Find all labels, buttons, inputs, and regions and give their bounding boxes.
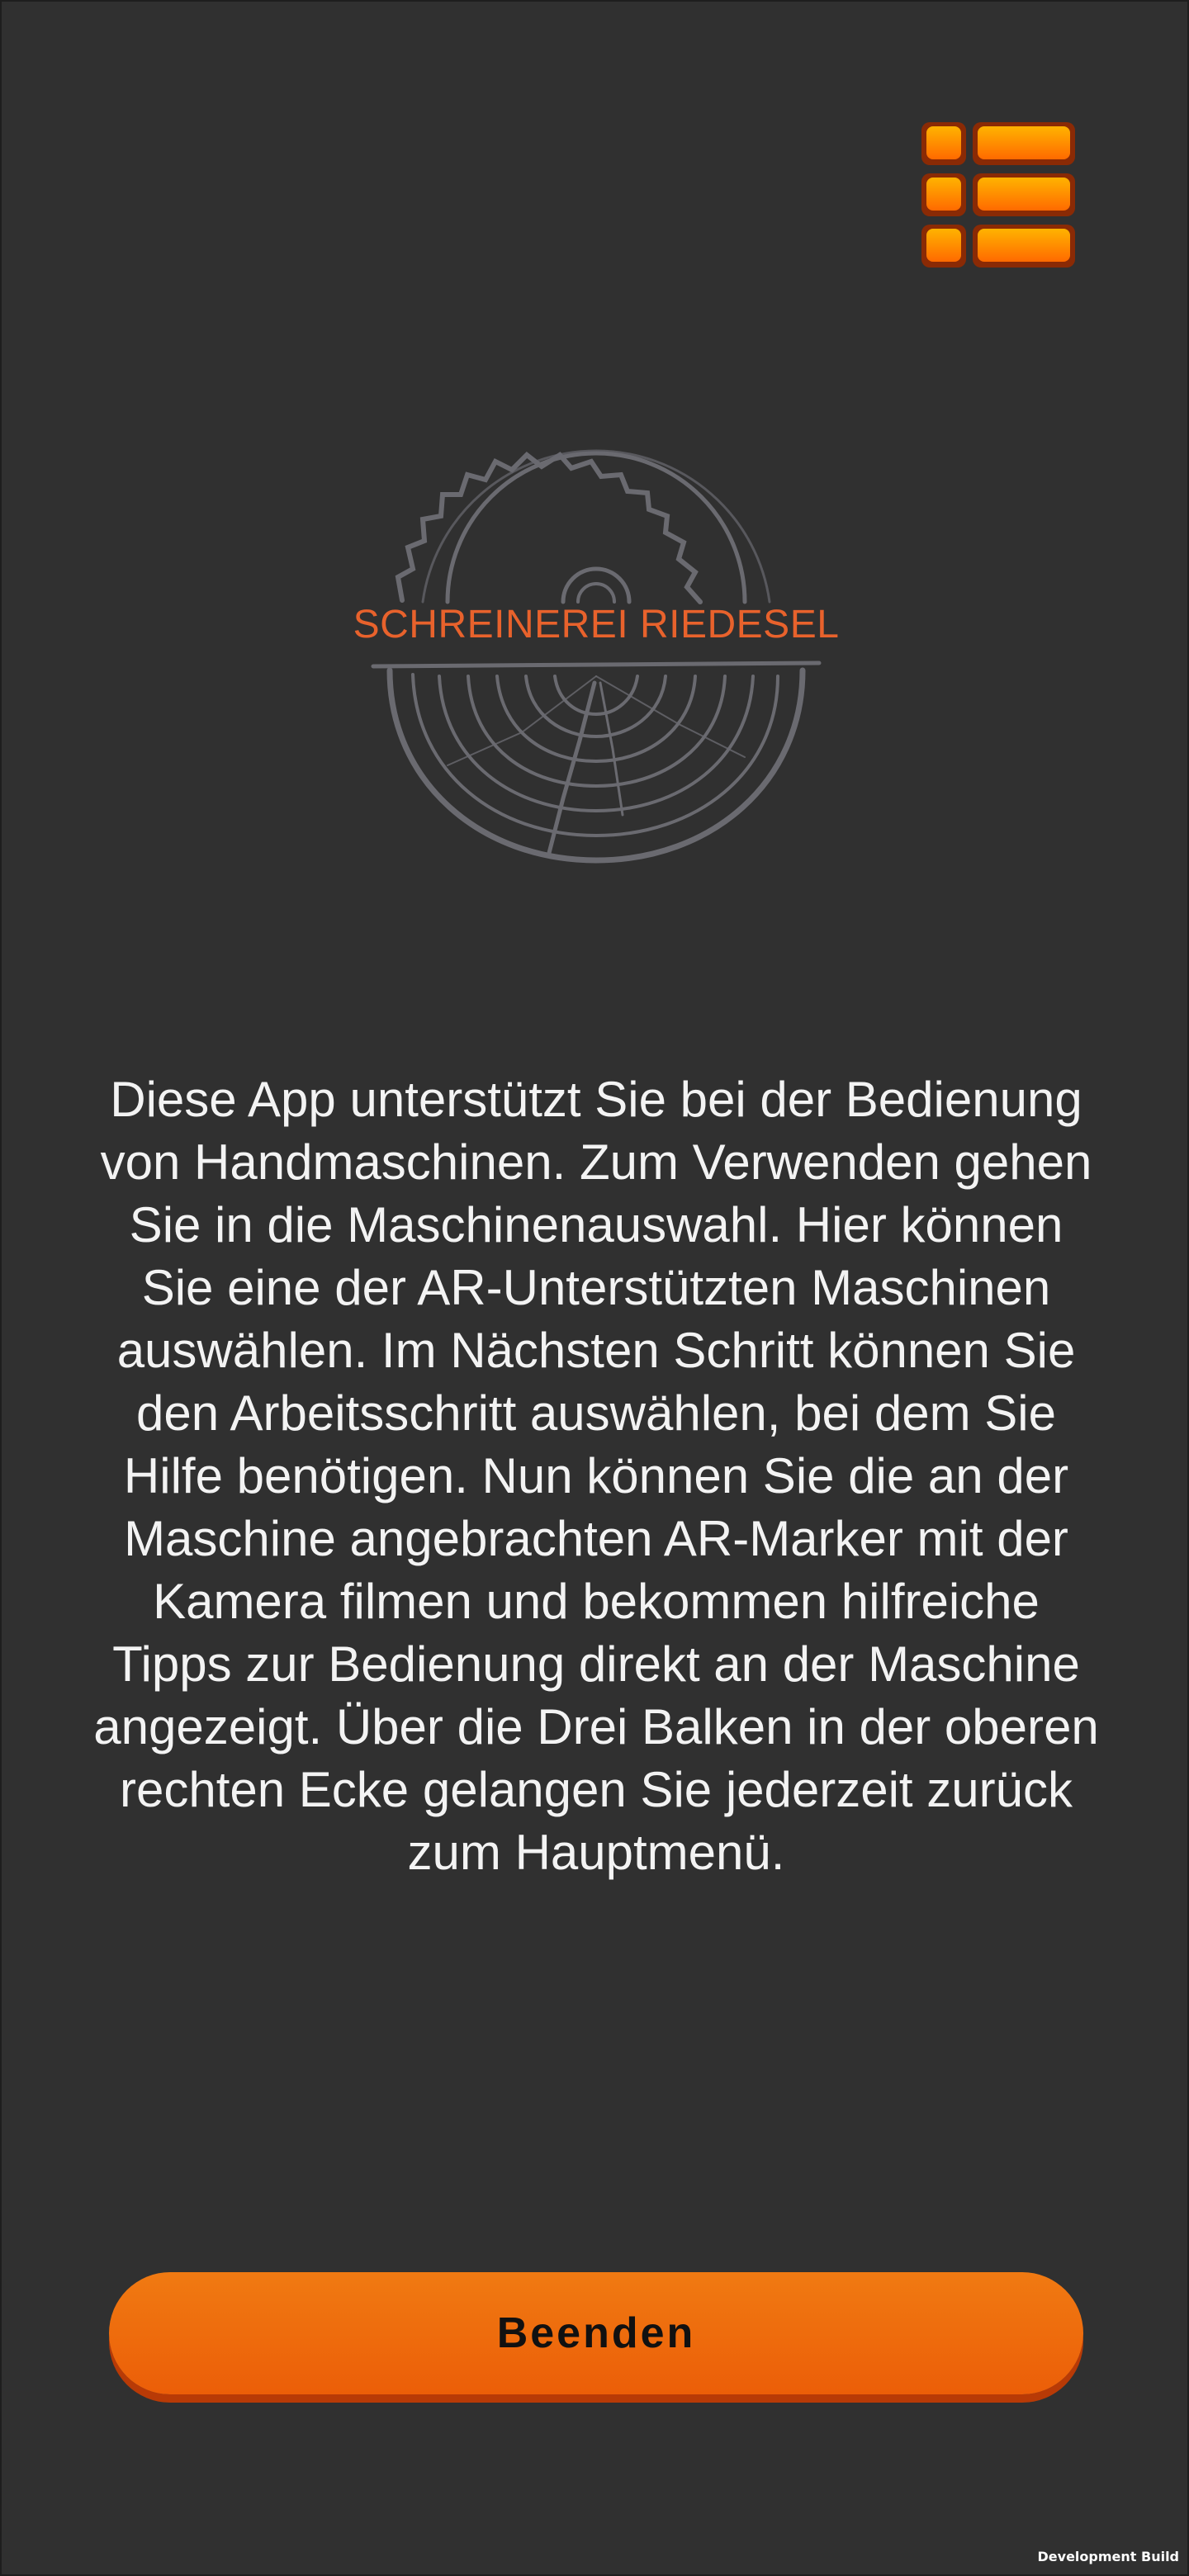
company-logo: SCHREINEREI RIEDESEL <box>315 386 877 881</box>
development-build-label: Development Build <box>1037 2549 1179 2564</box>
app-description: Diese App unterstützt Sie bei der Bedien… <box>93 1072 1099 1880</box>
menu-bars-icon[interactable] <box>920 119 1077 272</box>
finish-button[interactable]: Beenden <box>109 2272 1083 2394</box>
logo-title: SCHREINEREI RIEDESEL <box>353 603 840 646</box>
app-screen: SCHREINEREI RIEDESEL Diese App unterstüt… <box>0 0 1189 2576</box>
